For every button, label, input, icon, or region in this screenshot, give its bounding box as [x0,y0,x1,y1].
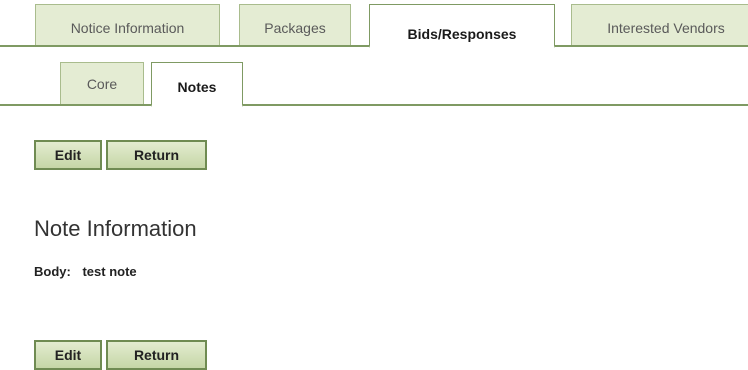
return-button[interactable]: Return [106,140,207,170]
body-label: Body: [34,264,71,279]
tab-label: Notice Information [70,20,185,37]
tab-label: Notes [177,79,217,95]
tab-packages[interactable]: Packages [239,4,351,45]
body-value: test note [82,264,137,279]
tab-notice-information[interactable]: Notice Information [35,4,220,45]
secondary-tab-bar: Core Notes [0,48,748,107]
secondary-tab-divider [0,104,748,106]
tab-label: Bids/Responses [407,26,517,43]
primary-tab-bar: Notice Information Packages Bids/Respons… [0,0,748,48]
tab-label: Core [86,75,118,92]
tab-label: Packages [264,20,326,37]
tab-core[interactable]: Core [60,62,144,104]
edit-button[interactable]: Edit [34,340,102,370]
tab-notes[interactable]: Notes [151,62,243,107]
section-title: Note Information [34,216,197,241]
tab-interested-vendors[interactable]: Interested Vendors [571,4,748,45]
edit-button[interactable]: Edit [34,140,102,170]
return-button[interactable]: Return [106,340,207,370]
tab-bids-responses[interactable]: Bids/Responses [369,4,555,48]
tab-label: Interested Vendors [607,20,725,37]
body-field: Body: test note [34,264,137,279]
